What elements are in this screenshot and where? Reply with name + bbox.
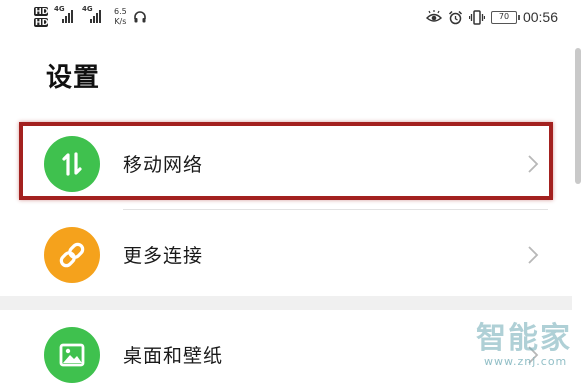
network-speed: 6.5 K/s: [114, 7, 127, 27]
network-type-sim1: 4G: [54, 5, 65, 13]
alarm-icon: [448, 10, 462, 24]
link-icon: [59, 242, 85, 268]
network-speed-value: 6.5: [114, 7, 127, 16]
desktop-wallpaper-icon-badge: [44, 327, 100, 383]
status-clock: 00:56: [522, 9, 558, 25]
hd-badge-sim1: HD: [34, 7, 49, 16]
hd-badges: HD HD: [34, 7, 48, 27]
status-left-group: HD HD 4G 4G 6.5 K/s: [34, 5, 147, 27]
image-icon: [59, 343, 85, 367]
status-bar: HD HD 4G 4G 6.5 K/s 70 00:56: [0, 0, 588, 36]
settings-item-more-connections[interactable]: 更多连接: [0, 212, 572, 298]
network-speed-unit: K/s: [114, 17, 127, 26]
signal-sim2-icon: 4G: [82, 5, 106, 23]
status-right-group: 70 00:56: [425, 9, 558, 25]
page-title: 设置: [46, 63, 101, 93]
vibrate-icon: [468, 9, 485, 25]
signal-sim1-icon: 4G: [54, 5, 76, 23]
settings-item-label: 桌面和壁纸: [123, 345, 224, 367]
hd-badge-sim2: HD: [34, 18, 49, 27]
network-type-sim2: 4G: [82, 5, 93, 13]
settings-item-label: 更多连接: [123, 245, 204, 267]
battery-icon: 70: [490, 10, 520, 24]
scrollbar[interactable]: [575, 48, 581, 184]
section-separator: [0, 296, 572, 310]
watermark-url: www.znj.com: [484, 355, 568, 368]
highlight-frame: [19, 122, 553, 200]
chevron-right-icon: [528, 246, 539, 264]
more-connections-icon-badge: [44, 227, 100, 283]
watermark: 智能家 www.znj.com: [476, 321, 572, 369]
headset-icon: [133, 11, 146, 23]
watermark-text: 智能家: [476, 321, 572, 356]
eye-comfort-icon: [425, 10, 442, 22]
row-divider: [123, 209, 548, 210]
